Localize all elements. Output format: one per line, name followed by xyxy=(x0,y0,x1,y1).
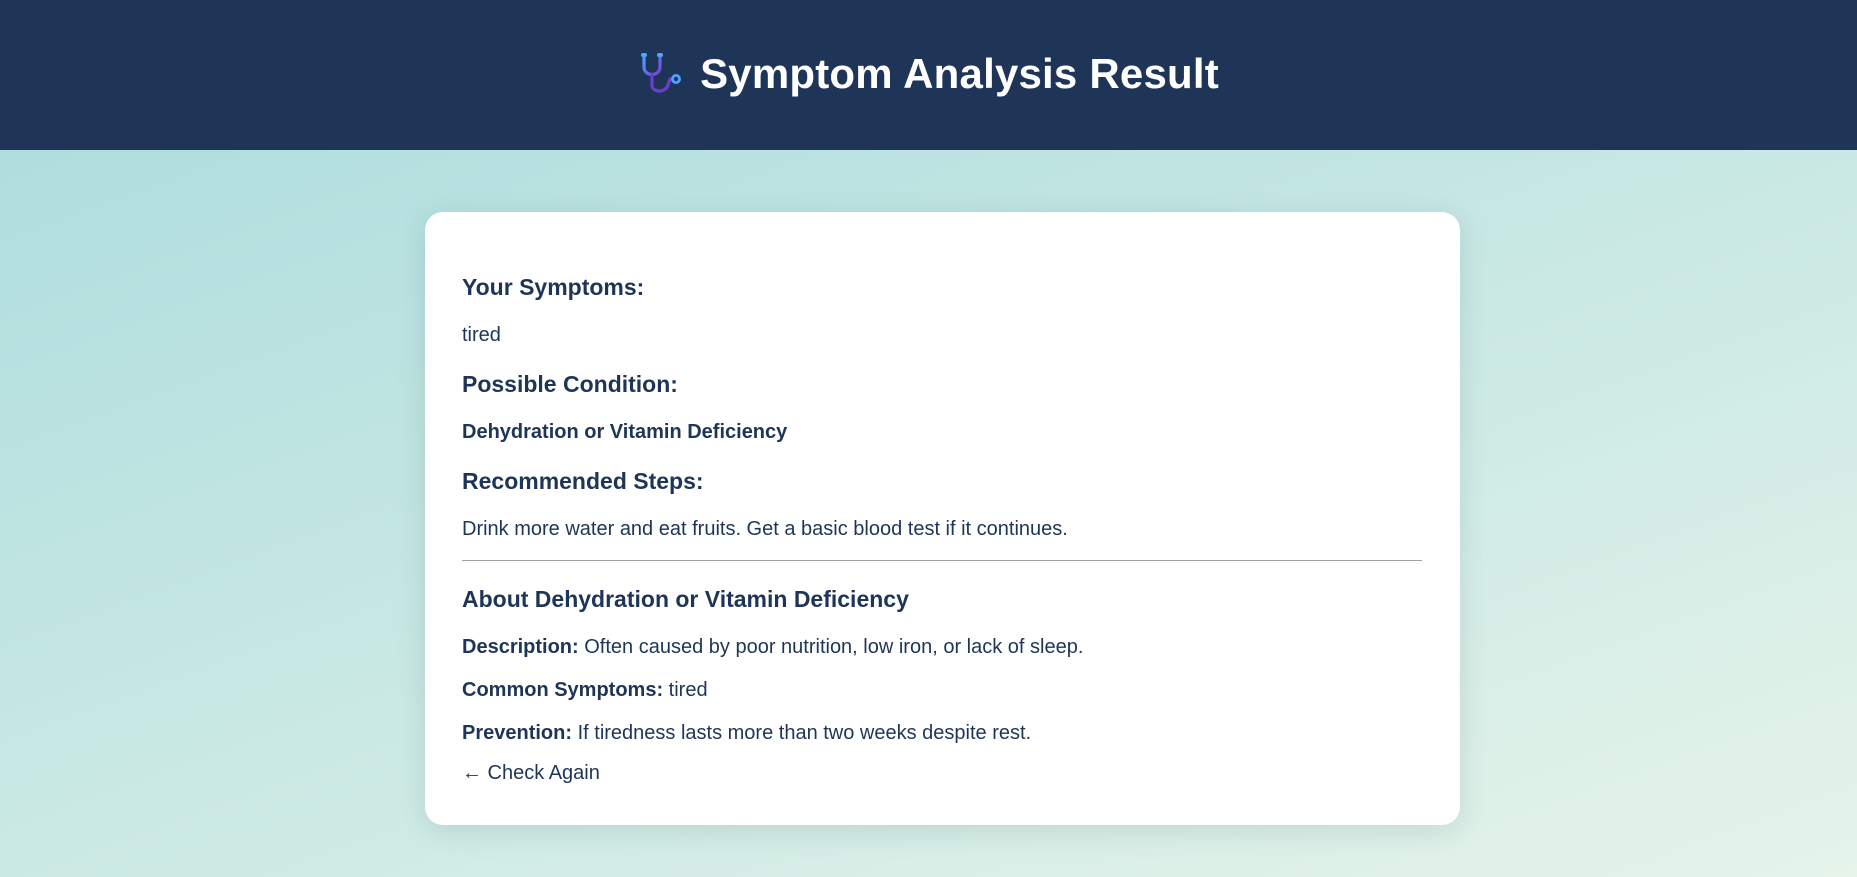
description-row: Description: Often caused by poor nutrit… xyxy=(462,636,1083,659)
symptoms-heading: Your Symptoms: xyxy=(462,274,645,300)
stethoscope-icon xyxy=(638,51,686,97)
condition-heading: Possible Condition: xyxy=(462,371,678,397)
prevention-label: Prevention: xyxy=(462,722,573,744)
description-value: Often caused by poor nutrition, low iron… xyxy=(578,636,1084,658)
steps-heading: Recommended Steps: xyxy=(462,468,704,494)
common-symptoms-value: tired xyxy=(663,679,708,701)
section-divider xyxy=(462,560,1422,561)
symptoms-value: tired xyxy=(462,324,501,346)
common-symptoms-row: Common Symptoms: tired xyxy=(462,679,708,702)
prevention-row: Prevention: If tiredness lasts more than… xyxy=(462,722,1031,745)
steps-value: Drink more water and eat fruits. Get a b… xyxy=(462,518,1068,540)
common-symptoms-label: Common Symptoms: xyxy=(462,679,664,701)
result-card: Your Symptoms: tired Possible Condition:… xyxy=(425,212,1460,825)
check-again-link[interactable]: ← Check Again xyxy=(462,762,600,785)
condition-value: Dehydration or Vitamin Deficiency xyxy=(462,421,788,443)
prevention-value: If tiredness lasts more than two weeks d… xyxy=(572,722,1032,744)
page-title: Symptom Analysis Result xyxy=(700,50,1219,97)
header-title-group: Symptom Analysis Result xyxy=(638,50,1219,98)
description-label: Description: xyxy=(462,636,579,658)
page-header: Symptom Analysis Result xyxy=(0,0,1857,150)
about-heading: About Dehydration or Vitamin Deficiency xyxy=(462,586,909,612)
